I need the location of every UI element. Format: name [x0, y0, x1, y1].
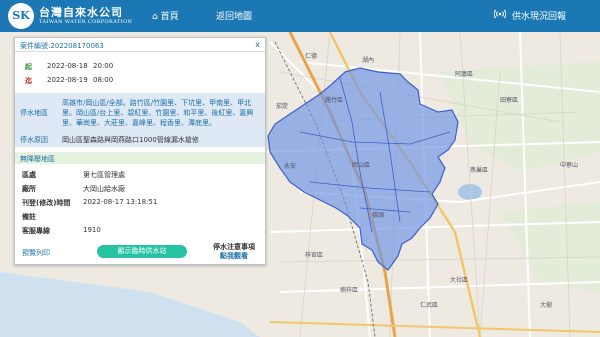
info-row-service-hotline: 客服專線 1910 [15, 224, 265, 236]
outage-reason-label: 停水原因 [20, 136, 48, 144]
map-label: 路竹區 [325, 96, 343, 104]
map-label: 燕巢區 [470, 166, 488, 174]
top-navbar: SK 台灣自來水公司 TAIWAN WATER CORPORATION ⌂ 首頁… [0, 0, 600, 32]
print-preview-link[interactable]: 預覽列印 [22, 248, 50, 258]
end-time: 08:00 [93, 76, 114, 84]
map-label: 楠梓區 [340, 286, 358, 294]
info-key: 廠所 [22, 185, 36, 193]
outage-area-text: 高雄市/岡山區/全部。路竹區/竹園里、下坑里、甲南里、甲北里。岡山區/台上里、碧… [62, 99, 254, 127]
info-row-remarks: 備註 [15, 210, 265, 222]
map-label: 仁德 [305, 52, 317, 60]
freeway [269, 321, 600, 333]
map-label: 大社區 [450, 276, 468, 284]
nav-status-label: 供水現況回報 [512, 12, 567, 22]
outage-area-block: 停水地區 高雄市/岡山區/全部。路竹區/竹園里、下坑里、甲南里、甲北里。岡山區/… [15, 93, 265, 147]
end-tag: 迄 [25, 77, 32, 85]
no-pressure-reduction-section: 無降壓地區 [15, 152, 265, 164]
section-title: 無降壓地區 [20, 155, 55, 163]
map-label: 岡山區 [352, 161, 370, 169]
outage-notice-link[interactable]: 點我觀看 [220, 251, 248, 261]
panel-actions: 預覽列印 顯示臨時供水站 停水注意事項 點我觀看 [15, 242, 265, 264]
end-time-row: 迄 2022-08-19 08:00 [15, 74, 265, 86]
case-number-row: 案件編號:202208170063 x [15, 38, 265, 52]
home-icon: ⌂ [152, 12, 158, 22]
company-logo[interactable]: SK 台灣自來水公司 TAIWAN WATER CORPORATION [8, 3, 138, 29]
start-tag: 起 [25, 63, 32, 71]
info-value: 大岡山給水廠 [83, 185, 125, 193]
map-label: 大樹 [540, 301, 552, 309]
nav-home-link[interactable]: ⌂ 首頁 [152, 9, 179, 22]
close-panel-button[interactable]: x [255, 40, 260, 49]
map-label: 橋頭 [372, 211, 384, 219]
outage-info-panel: 案件編號:202208170063 x 起 2022-08-18 20:00 迄… [14, 37, 266, 265]
hill-area [500, 202, 600, 292]
map-label: 田寮區 [500, 96, 518, 104]
info-row-plant: 廠所 大岡山給水廠 [15, 182, 265, 194]
info-key: 區處 [22, 171, 36, 179]
outage-reason-text: 岡山區聖森路與岡燕路口1000管線漏水搶修 [62, 136, 199, 144]
map-label: 中寮山 [560, 161, 578, 169]
logo-mark-icon: SK [8, 3, 34, 29]
logo-subtitle: TAIWAN WATER CORPORATION [39, 19, 133, 25]
show-temp-supply-stations-button[interactable]: 顯示臨時供水站 [97, 245, 187, 258]
info-key: 刊登(修改)時間 [22, 199, 71, 207]
logo-title: 台灣自來水公司 [39, 6, 123, 19]
case-number: 案件編號:202208170063 [20, 42, 104, 50]
info-row-district-office: 區處 第七區管理處 [15, 168, 265, 180]
nav-home-label: 首頁 [160, 12, 179, 22]
broadcast-icon [494, 9, 506, 19]
info-value: 1910 [83, 226, 101, 234]
nav-water-status-report-link[interactable]: 供水現況回報 [494, 9, 567, 22]
info-value: 2022-08-17 13:18:51 [83, 198, 158, 206]
outage-area-label: 停水地區 [20, 109, 48, 117]
info-key: 備註 [22, 213, 36, 221]
map-label: 湖內 [362, 56, 374, 64]
map-label: 茄萣 [276, 102, 288, 110]
end-date: 2022-08-19 [47, 76, 88, 84]
sea-area [0, 272, 260, 337]
map-label: 仁武區 [420, 301, 438, 309]
start-time: 20:00 [93, 62, 114, 70]
info-value: 第七區管理處 [83, 171, 125, 179]
nav-back-to-map-link[interactable]: 返回地圖 [216, 9, 252, 22]
info-key: 客服專線 [22, 227, 50, 235]
map-label: 梓官區 [305, 251, 323, 259]
map-label: 阿蓮區 [455, 70, 473, 78]
map-label: 永安 [284, 162, 296, 170]
start-time-row: 起 2022-08-18 20:00 [15, 60, 265, 72]
info-row-publish-time: 刊登(修改)時間 2022-08-17 13:18:51 [15, 196, 265, 208]
start-date: 2022-08-18 [47, 62, 88, 70]
